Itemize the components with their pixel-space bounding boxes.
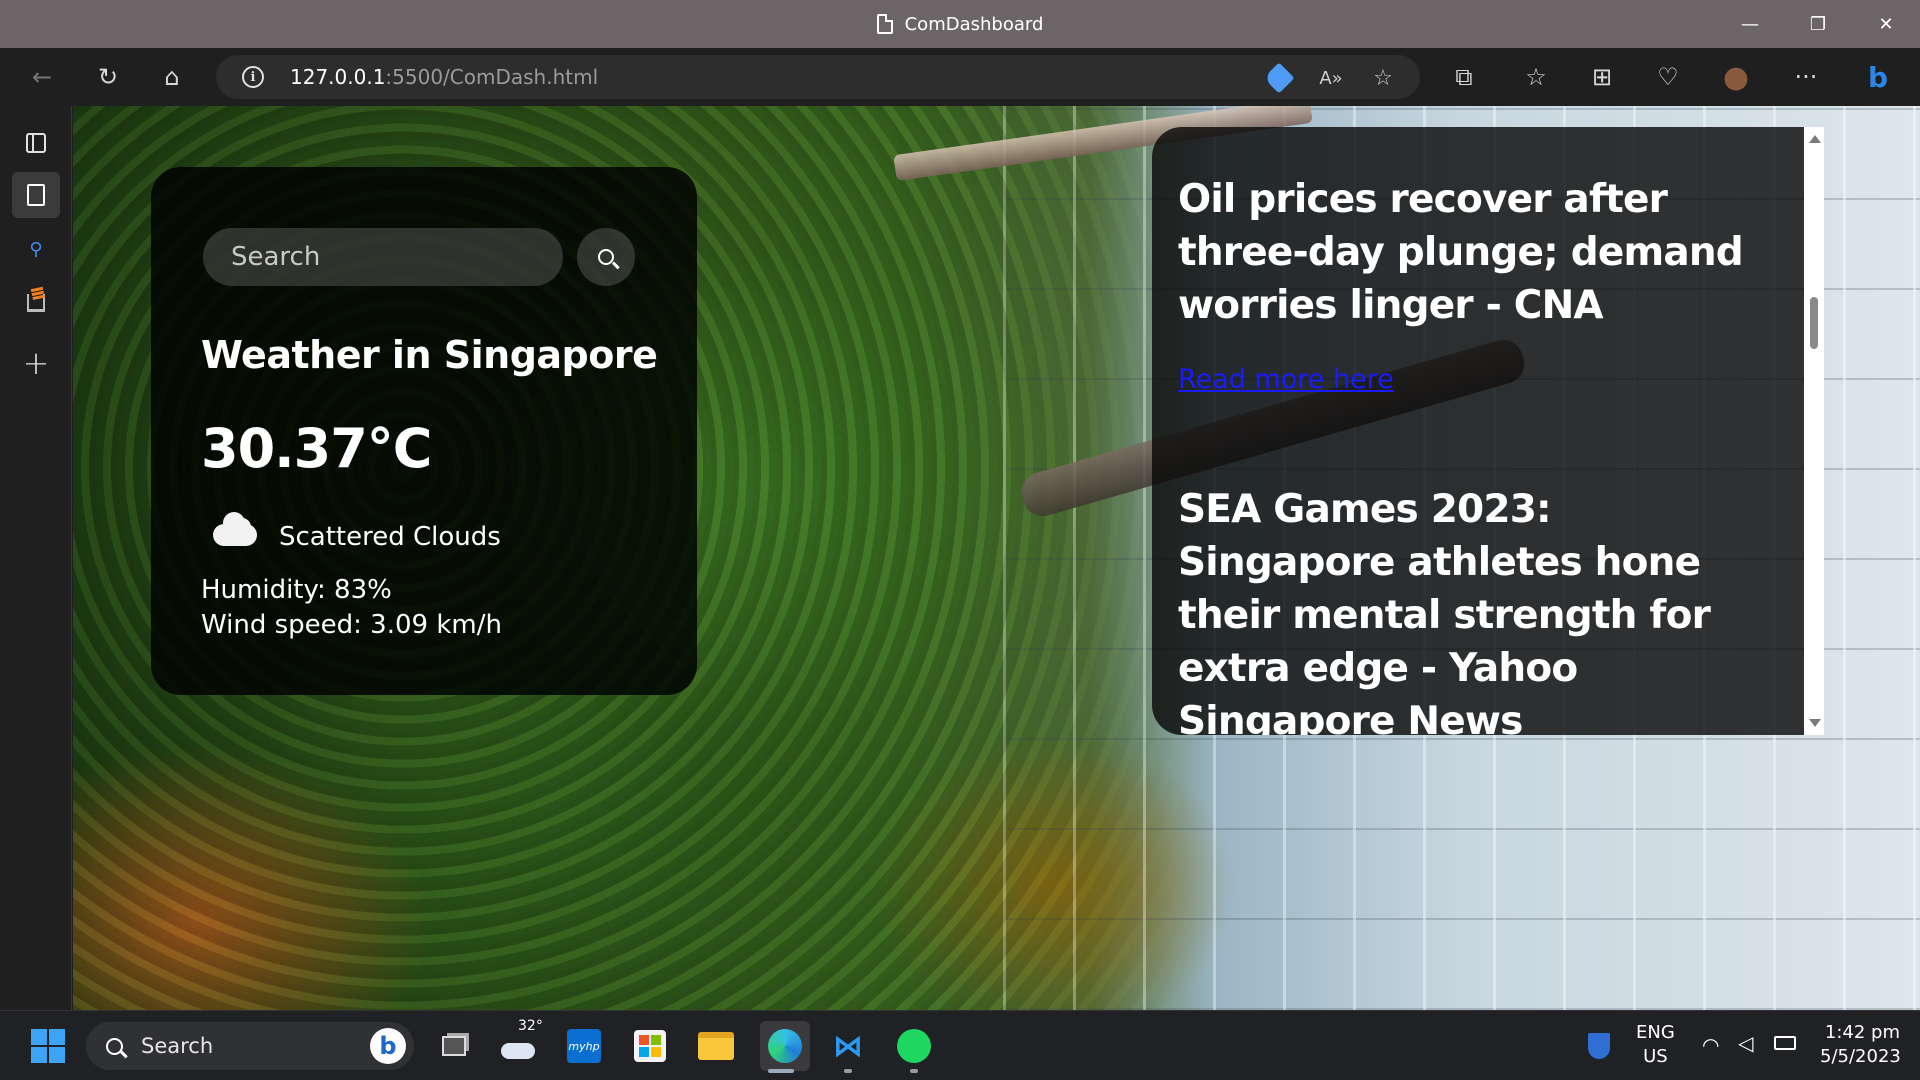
tab-stackoverflow[interactable] — [12, 280, 60, 326]
browser-toolbar: ← ↻ ⌂ i 127.0.0.1:5500/ComDash.html A» ☆… — [0, 48, 1920, 106]
weather-description: Scattered Clouds — [279, 522, 501, 552]
favorites-icon[interactable]: ☆ — [1516, 57, 1556, 97]
file-explorer-button[interactable] — [694, 1024, 738, 1068]
news-headline: Oil prices recover after three-day plung… — [1178, 177, 1744, 328]
microsoft-store-button[interactable] — [628, 1024, 672, 1068]
document-icon — [876, 14, 893, 34]
news-scrollbar[interactable] — [1804, 127, 1824, 735]
bing-icon[interactable]: b — [370, 1028, 406, 1064]
security-shield-icon[interactable] — [1588, 1033, 1610, 1059]
edge-active-indicator — [768, 1069, 794, 1073]
url-text[interactable]: 127.0.0.1:5500/ComDash.html — [290, 55, 598, 99]
shopping-tag-icon[interactable] — [1263, 62, 1295, 94]
search-icon — [598, 249, 614, 265]
profile-avatar[interactable]: ● — [1716, 57, 1756, 97]
volume-icon[interactable]: ◁ — [1738, 1031, 1753, 1055]
collections-icon[interactable]: ⊞ — [1582, 57, 1622, 97]
news-list: Oil prices recover after three-day plung… — [1178, 173, 1758, 735]
weather-wind-speed: Wind speed: 3.09 km/h — [201, 610, 502, 640]
window-title-area: ComDashboard — [0, 0, 1920, 48]
scroll-up-arrow-icon[interactable] — [1809, 135, 1821, 143]
input-language-indicator[interactable]: ENG US — [1636, 1021, 1675, 1069]
url-host: 127.0.0.1 — [290, 65, 386, 89]
clock-time: 1:42 pm — [1824, 1022, 1900, 1043]
search-favicon-icon: ⚲ — [29, 238, 43, 260]
windows-logo-icon — [31, 1029, 65, 1063]
news-item: SEA Games 2023: Singapore athletes hone … — [1178, 483, 1758, 735]
close-button[interactable]: ✕ — [1852, 0, 1920, 48]
battery-icon[interactable] — [1774, 1036, 1796, 1050]
tab-search[interactable]: ⚲ — [12, 226, 60, 272]
browser-essentials-icon[interactable]: ♡ — [1648, 57, 1688, 97]
window-title: ComDashboard — [904, 13, 1044, 35]
tab-actions-icon — [26, 133, 46, 153]
search-icon — [106, 1037, 123, 1055]
page-icon — [27, 184, 45, 206]
weather-humidity: Humidity: 83% — [201, 575, 392, 605]
weather-widget-temp: 32° — [518, 1018, 543, 1034]
taskbar-search-label: Search — [141, 1034, 214, 1058]
window-controls: — ❐ ✕ — [1716, 0, 1920, 48]
system-clock[interactable]: 1:42 pm 5/5/2023 — [1820, 1021, 1901, 1069]
task-view-button[interactable] — [432, 1024, 476, 1068]
tab-comdashboard[interactable] — [12, 172, 60, 218]
start-button[interactable] — [26, 1024, 70, 1068]
site-info-icon[interactable]: i — [242, 66, 264, 88]
city-search-input[interactable] — [203, 228, 563, 286]
more-options-icon[interactable]: ··· — [1786, 57, 1826, 97]
scrollbar-thumb[interactable] — [1810, 297, 1818, 349]
vscode-icon: ⋈ — [833, 1028, 863, 1064]
spotify-button[interactable] — [892, 1024, 936, 1068]
read-more-link[interactable]: Read more here — [1178, 364, 1758, 395]
vertical-tab-strip: ⚲ + — [0, 106, 72, 1010]
store-icon — [634, 1030, 666, 1062]
wifi-icon[interactable]: ◠ — [1702, 1033, 1719, 1057]
cloud-icon — [213, 512, 257, 546]
edge-icon — [768, 1029, 802, 1063]
minimize-button[interactable]: — — [1716, 0, 1784, 48]
tab-actions-button[interactable] — [12, 120, 60, 166]
vscode-running-indicator — [844, 1069, 852, 1073]
taskbar: Search b myhp ⋈ ENG US ◠ ◁ 1:42 pm 5/5/2… — [0, 1010, 1920, 1080]
clock-date: 5/5/2023 — [1820, 1046, 1901, 1067]
news-item: Oil prices recover after three-day plung… — [1178, 173, 1758, 395]
task-view-icon — [442, 1036, 466, 1056]
spotify-icon — [897, 1029, 931, 1063]
edge-button[interactable] — [760, 1021, 810, 1071]
read-aloud-icon[interactable]: A» — [1316, 63, 1346, 93]
weather-temperature: 30.37°C — [201, 417, 432, 480]
url-path: :5500/ComDash.html — [385, 65, 599, 89]
restore-button[interactable]: ❐ — [1784, 0, 1852, 48]
weather-card: Weather in Singapore 30.37°C Scattered C… — [151, 167, 697, 695]
address-bar[interactable]: i 127.0.0.1:5500/ComDash.html A» ☆ — [216, 55, 1420, 99]
lang-code: ENG — [1636, 1022, 1675, 1043]
news-headline: SEA Games 2023: Singapore athletes hone … — [1178, 487, 1711, 735]
taskbar-search-box[interactable]: Search b — [86, 1022, 414, 1070]
scroll-down-arrow-icon[interactable] — [1809, 719, 1821, 727]
add-favorite-icon[interactable]: ☆ — [1368, 63, 1398, 93]
vscode-button[interactable]: ⋈ — [826, 1024, 870, 1068]
city-search-button[interactable] — [577, 228, 635, 286]
window-titlebar: ComDashboard — ❐ ✕ — [0, 0, 1920, 48]
new-tab-button[interactable]: + — [12, 340, 60, 386]
myhp-button[interactable]: myhp — [562, 1024, 606, 1068]
myhp-icon: myhp — [567, 1029, 601, 1063]
tag-shape — [1263, 62, 1295, 94]
news-card[interactable]: Oil prices recover after three-day plung… — [1152, 127, 1804, 735]
refresh-button[interactable]: ↻ — [88, 57, 128, 97]
weather-cloud-icon — [501, 1043, 535, 1059]
copilot-icon[interactable]: b — [1858, 57, 1898, 97]
lang-region: US — [1643, 1046, 1668, 1067]
spotify-running-indicator — [910, 1069, 918, 1073]
extensions-icon[interactable]: ⧉ — [1444, 57, 1484, 97]
home-button[interactable]: ⌂ — [152, 57, 192, 97]
stackoverflow-icon — [27, 294, 45, 312]
folder-icon — [698, 1032, 734, 1060]
plus-icon: + — [22, 344, 50, 382]
back-button[interactable]: ← — [22, 57, 62, 97]
weather-city-heading: Weather in Singapore — [201, 333, 658, 377]
